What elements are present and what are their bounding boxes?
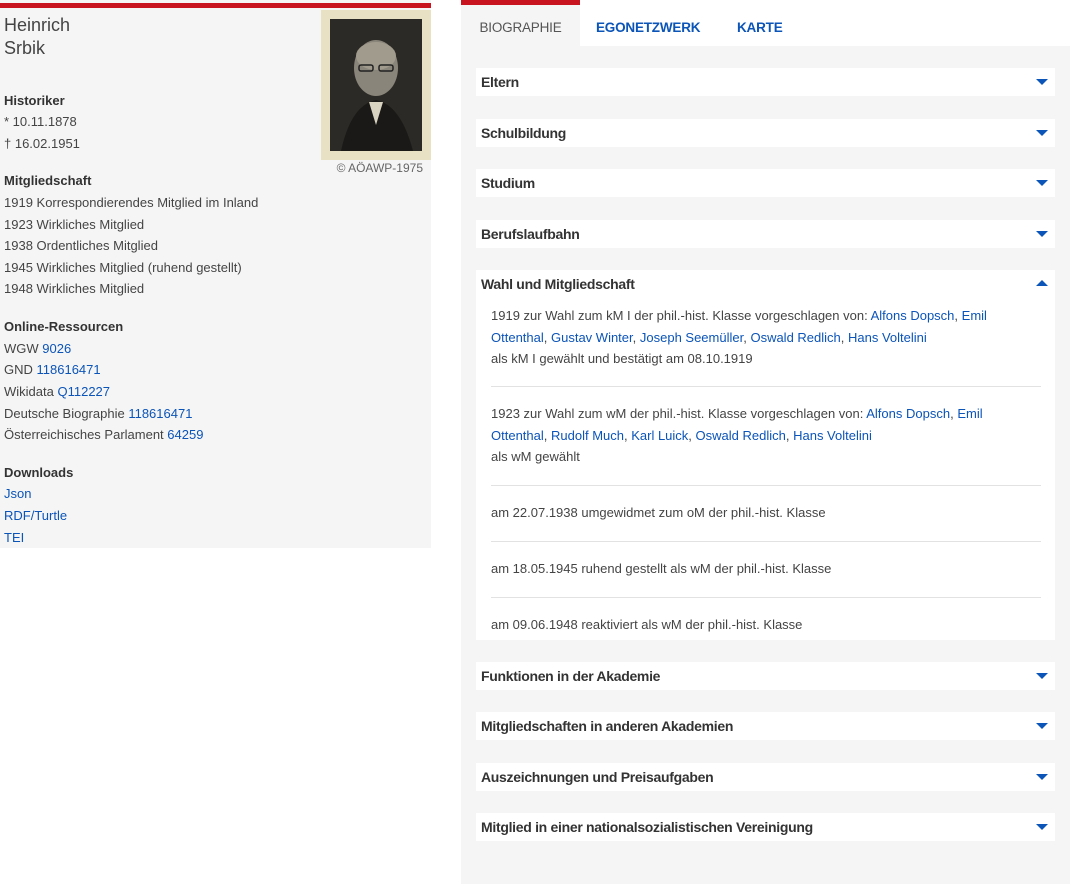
portrait-photo <box>321 10 431 160</box>
resource-link-deutsche-biographie[interactable]: 118616471 <box>128 406 192 421</box>
section-header[interactable]: Studium <box>476 169 1055 197</box>
download-json-link[interactable]: Json <box>4 486 31 501</box>
photo-credit: © AÖAWP-1975 <box>336 161 423 175</box>
resources-heading: Online-Ressourcen <box>4 319 124 334</box>
caret-down-icon[interactable] <box>1036 673 1048 679</box>
resource-label: Österreichisches Parlament <box>4 427 164 442</box>
caret-up-icon[interactable] <box>1036 280 1048 286</box>
download-rdf-link[interactable]: RDF/Turtle <box>4 508 67 523</box>
portrait-image <box>321 10 431 160</box>
election-entry-1938: am 22.07.1938 umgewidmet zum oM der phil… <box>491 505 826 520</box>
content-panel: BIOGRAPHIE EGONETZWERK KARTE Eltern Schu… <box>461 0 1070 884</box>
download-tei: TEI <box>4 527 24 549</box>
proposer-link[interactable]: Karl Luick <box>631 428 688 443</box>
section-title: Mitgliedschaften in anderen Akademien <box>481 718 734 734</box>
resource-link-parlament[interactable]: 64259 <box>167 427 203 442</box>
membership-item: 1923 Wirkliches Mitglied <box>4 217 145 232</box>
section-title: Wahl und Mitgliedschaft <box>481 276 635 292</box>
resource-wgw: WGW 9026 <box>4 338 71 360</box>
download-tei-link[interactable]: TEI <box>4 530 24 545</box>
tab-egonetzwerk[interactable]: EGONETZWERK <box>596 0 701 46</box>
proposer-link[interactable]: Oswald Redlich <box>696 428 786 443</box>
resource-wikidata: Wikidata Q112227 <box>4 381 110 403</box>
caret-down-icon[interactable] <box>1036 79 1048 85</box>
death-date: † 16.02.1951 <box>4 136 80 151</box>
section-header[interactable]: Funktionen in der Akademie <box>476 662 1055 690</box>
section-header[interactable]: Mitglied in einer nationalsozialistische… <box>476 813 1055 841</box>
tab-bar: BIOGRAPHIE EGONETZWERK KARTE <box>461 0 1070 46</box>
election-result: als wM gewählt <box>491 449 580 465</box>
caret-down-icon[interactable] <box>1036 774 1048 780</box>
caret-down-icon[interactable] <box>1036 723 1048 729</box>
resource-link-wikidata[interactable]: Q112227 <box>57 384 110 399</box>
section-ns-vereinigung[interactable]: Mitglied in einer nationalsozialistische… <box>476 813 1055 841</box>
membership-item: 1938 Ordentliches Mitglied <box>4 238 158 253</box>
election-entry-1919: 1919 zur Wahl zum kM I der phil.-hist. K… <box>491 308 987 367</box>
resource-label: GND <box>4 362 33 377</box>
section-title: Schulbildung <box>481 125 567 141</box>
membership-item: 1945 Wirkliches Mitglied (ruhend gestell… <box>4 260 242 275</box>
section-title: Auszeichnungen und Preisaufgaben <box>481 769 714 785</box>
section-header[interactable]: Schulbildung <box>476 119 1055 147</box>
proposer-link[interactable]: Alfons Dopsch <box>871 308 955 323</box>
resource-link-wgw[interactable]: 9026 <box>42 341 71 356</box>
election-entry-1923: 1923 zur Wahl zum wM der phil.-hist. Kla… <box>491 406 983 465</box>
proposer-link[interactable]: Oswald Redlich <box>750 330 840 345</box>
resource-deutsche-biographie: Deutsche Biographie 118616471 <box>4 403 192 425</box>
section-title: Eltern <box>481 74 519 90</box>
accent-bar <box>0 3 431 8</box>
resource-link-gnd[interactable]: 118616471 <box>37 362 101 377</box>
downloads-heading: Downloads <box>4 465 74 480</box>
download-rdf: RDF/Turtle <box>4 505 67 527</box>
proposer-link[interactable]: Hans Voltelini <box>848 330 927 345</box>
section-header[interactable]: Mitgliedschaften in anderen Akademien <box>476 712 1055 740</box>
section-title: Funktionen in der Akademie <box>481 668 661 684</box>
section-berufslaufbahn[interactable]: Berufslaufbahn <box>476 220 1055 248</box>
section-schulbildung[interactable]: Schulbildung <box>476 119 1055 147</box>
section-andere-akademien[interactable]: Mitgliedschaften in anderen Akademien <box>476 712 1055 740</box>
resource-label: Wikidata <box>4 384 54 399</box>
membership-item: 1948 Wirkliches Mitglied <box>4 281 145 296</box>
election-entry-1948: am 09.06.1948 reaktiviert als wM der phi… <box>491 617 803 632</box>
section-title: Berufslaufbahn <box>481 226 580 242</box>
download-json: Json <box>4 483 31 505</box>
profession: Historiker <box>4 93 65 108</box>
section-header[interactable]: Auszeichnungen und Preisaufgaben <box>476 763 1055 791</box>
resource-parlament: Österreichisches Parlament 64259 <box>4 424 203 446</box>
section-auszeichnungen[interactable]: Auszeichnungen und Preisaufgaben <box>476 763 1055 791</box>
proposer-link[interactable]: Rudolf Much <box>551 428 624 443</box>
tab-karte[interactable]: KARTE <box>737 0 783 46</box>
section-title: Mitglied in einer nationalsozialistische… <box>481 819 813 835</box>
section-studium[interactable]: Studium <box>476 169 1055 197</box>
person-sidebar: Heinrich Srbik © AÖAWP-1975 Historiker *… <box>0 0 431 548</box>
caret-down-icon[interactable] <box>1036 824 1048 830</box>
section-header[interactable]: Berufslaufbahn <box>476 220 1055 248</box>
section-eltern[interactable]: Eltern <box>476 68 1055 96</box>
section-wahl-und-mitgliedschaft[interactable]: Wahl und Mitgliedschaft 1919 zur Wahl zu… <box>476 270 1055 640</box>
first-name: Heinrich <box>4 15 71 35</box>
last-name: Srbik <box>4 38 46 58</box>
proposer-link[interactable]: Gustav Winter <box>551 330 633 345</box>
resource-gnd: GND 118616471 <box>4 359 101 381</box>
birth-date: * 10.11.1878 <box>4 114 77 129</box>
person-name: Heinrich Srbik <box>4 14 70 60</box>
section-header[interactable]: Eltern <box>476 68 1055 96</box>
caret-down-icon[interactable] <box>1036 231 1048 237</box>
membership-item: 1919 Korrespondierendes Mitglied im Inla… <box>4 195 259 210</box>
caret-down-icon[interactable] <box>1036 180 1048 186</box>
caret-down-icon[interactable] <box>1036 130 1048 136</box>
resource-label: Deutsche Biographie <box>4 406 125 421</box>
section-header[interactable]: Wahl und Mitgliedschaft <box>476 270 1055 298</box>
resource-label: WGW <box>4 341 39 356</box>
proposer-link[interactable]: Alfons Dopsch <box>866 406 950 421</box>
tab-biographie[interactable]: BIOGRAPHIE <box>461 0 580 46</box>
section-funktionen[interactable]: Funktionen in der Akademie <box>476 662 1055 690</box>
section-title: Studium <box>481 175 535 191</box>
election-entry-1945: am 18.05.1945 ruhend gestellt als wM der… <box>491 561 832 576</box>
proposer-link[interactable]: Joseph Seemüller <box>640 330 743 345</box>
election-result: als kM I gewählt und bestätigt am 08.10.… <box>491 351 753 367</box>
membership-heading: Mitgliedschaft <box>4 173 92 188</box>
proposer-link[interactable]: Hans Voltelini <box>793 428 872 443</box>
